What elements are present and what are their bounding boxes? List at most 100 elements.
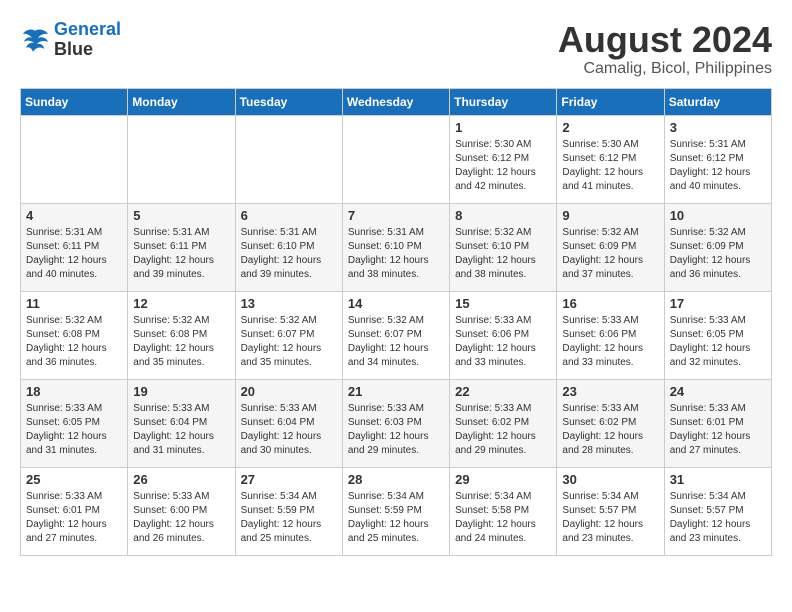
day-cell (128, 115, 235, 203)
logo-text: General Blue (54, 20, 121, 60)
day-number: 16 (562, 296, 658, 311)
day-number: 13 (241, 296, 337, 311)
day-number: 1 (455, 120, 551, 135)
day-number: 4 (26, 208, 122, 223)
day-cell (21, 115, 128, 203)
day-info: Sunrise: 5:33 AMSunset: 6:05 PMDaylight:… (670, 314, 766, 370)
day-cell: 23 Sunrise: 5:33 AMSunset: 6:02 PMDayligh… (557, 379, 664, 467)
day-info: Sunrise: 5:33 AMSunset: 6:06 PMDaylight:… (562, 314, 658, 370)
day-info: Sunrise: 5:33 AMSunset: 6:00 PMDaylight:… (133, 490, 229, 546)
day-cell: 10Sunrise: 5:32 AMSunset: 6:09 PMDayligh… (664, 203, 771, 291)
day-cell: 20 Sunrise: 5:33 AMSunset: 6:04 PMDayligh… (235, 379, 342, 467)
day-number: 20 (241, 384, 337, 399)
logo-line1: General (54, 19, 121, 39)
day-info: Sunrise: 5:33 AMSunset: 6:02 PMDaylight:… (562, 402, 658, 458)
day-number: 11 (26, 296, 122, 311)
day-number: 31 (670, 472, 766, 487)
day-info: Sunrise: 5:32 AMSunset: 6:08 PMDaylight:… (133, 314, 229, 370)
day-info: Sunrise: 5:33 AMSunset: 6:02 PMDaylight:… (455, 402, 551, 458)
day-cell: 16 Sunrise: 5:33 AMSunset: 6:06 PMDayligh… (557, 291, 664, 379)
day-info: Sunrise: 5:32 AMSunset: 6:07 PMDaylight:… (241, 314, 337, 370)
day-info: Sunrise: 5:31 AMSunset: 6:11 PMDaylight:… (26, 226, 122, 282)
header-wednesday: Wednesday (342, 88, 449, 115)
day-cell: 2Sunrise: 5:30 AMSunset: 6:12 PMDaylight… (557, 115, 664, 203)
day-cell: 14 Sunrise: 5:32 AMSunset: 6:07 PMDayligh… (342, 291, 449, 379)
day-info: Sunrise: 5:34 AMSunset: 5:59 PMDaylight:… (241, 490, 337, 546)
week-row-5: 25 Sunrise: 5:33 AMSunset: 6:01 PMDayligh… (21, 467, 772, 555)
day-cell: 6 Sunrise: 5:31 AMSunset: 6:10 PMDaylight… (235, 203, 342, 291)
day-info: Sunrise: 5:33 AMSunset: 6:01 PMDaylight:… (26, 490, 122, 546)
day-number: 25 (26, 472, 122, 487)
day-number: 21 (348, 384, 444, 399)
day-number: 18 (26, 384, 122, 399)
day-number: 28 (348, 472, 444, 487)
day-number: 8 (455, 208, 551, 223)
day-info: Sunrise: 5:30 AMSunset: 6:12 PMDaylight:… (562, 138, 658, 194)
week-row-2: 4 Sunrise: 5:31 AMSunset: 6:11 PMDaylight… (21, 203, 772, 291)
day-cell (342, 115, 449, 203)
page-header: General Blue August 2024 Camalig, Bicol,… (20, 20, 772, 78)
day-info: Sunrise: 5:32 AMSunset: 6:09 PMDaylight:… (562, 226, 658, 282)
day-info: Sunrise: 5:32 AMSunset: 6:09 PMDaylight:… (670, 226, 766, 282)
day-cell: 5 Sunrise: 5:31 AMSunset: 6:11 PMDaylight… (128, 203, 235, 291)
day-cell: 11Sunrise: 5:32 AMSunset: 6:08 PMDayligh… (21, 291, 128, 379)
day-cell: 13 Sunrise: 5:32 AMSunset: 6:07 PMDayligh… (235, 291, 342, 379)
day-number: 14 (348, 296, 444, 311)
day-cell: 22Sunrise: 5:33 AMSunset: 6:02 PMDayligh… (450, 379, 557, 467)
day-info: Sunrise: 5:32 AMSunset: 6:10 PMDaylight:… (455, 226, 551, 282)
day-cell: 9 Sunrise: 5:32 AMSunset: 6:09 PMDaylight… (557, 203, 664, 291)
header-tuesday: Tuesday (235, 88, 342, 115)
week-row-4: 18 Sunrise: 5:33 AMSunset: 6:05 PMDayligh… (21, 379, 772, 467)
week-row-1: 1 Sunrise: 5:30 AMSunset: 6:12 PMDaylight… (21, 115, 772, 203)
day-number: 27 (241, 472, 337, 487)
header-sunday: Sunday (21, 88, 128, 115)
day-number: 3 (670, 120, 766, 135)
day-number: 24 (670, 384, 766, 399)
day-cell: 17Sunrise: 5:33 AMSunset: 6:05 PMDayligh… (664, 291, 771, 379)
day-info: Sunrise: 5:33 AMSunset: 6:04 PMDaylight:… (241, 402, 337, 458)
day-info: Sunrise: 5:31 AMSunset: 6:10 PMDaylight:… (348, 226, 444, 282)
day-cell: 21 Sunrise: 5:33 AMSunset: 6:03 PMDayligh… (342, 379, 449, 467)
logo-icon (20, 26, 50, 54)
day-info: Sunrise: 5:32 AMSunset: 6:07 PMDaylight:… (348, 314, 444, 370)
day-number: 30 (562, 472, 658, 487)
day-number: 5 (133, 208, 229, 223)
day-number: 15 (455, 296, 551, 311)
day-info: Sunrise: 5:34 AMSunset: 5:57 PMDaylight:… (670, 490, 766, 546)
day-number: 23 (562, 384, 658, 399)
day-info: Sunrise: 5:33 AMSunset: 6:03 PMDaylight:… (348, 402, 444, 458)
day-number: 19 (133, 384, 229, 399)
day-cell: 7 Sunrise: 5:31 AMSunset: 6:10 PMDaylight… (342, 203, 449, 291)
day-cell (235, 115, 342, 203)
calendar-subtitle: Camalig, Bicol, Philippines (558, 60, 772, 78)
calendar-title: August 2024 (558, 20, 772, 60)
day-number: 7 (348, 208, 444, 223)
day-cell: 24 Sunrise: 5:33 AMSunset: 6:01 PMDayligh… (664, 379, 771, 467)
day-cell: 27 Sunrise: 5:34 AMSunset: 5:59 PMDayligh… (235, 467, 342, 555)
header-thursday: Thursday (450, 88, 557, 115)
header-row: Sunday Monday Tuesday Wednesday Thursday… (21, 88, 772, 115)
header-monday: Monday (128, 88, 235, 115)
day-number: 12 (133, 296, 229, 311)
day-info: Sunrise: 5:31 AMSunset: 6:10 PMDaylight:… (241, 226, 337, 282)
day-number: 6 (241, 208, 337, 223)
day-info: Sunrise: 5:33 AMSunset: 6:04 PMDaylight:… (133, 402, 229, 458)
day-number: 26 (133, 472, 229, 487)
day-number: 9 (562, 208, 658, 223)
logo-line2: Blue (54, 40, 121, 60)
day-info: Sunrise: 5:34 AMSunset: 5:59 PMDaylight:… (348, 490, 444, 546)
week-row-3: 11 Sunrise: 5:32 AMSunset: 6:08 PMDayligh… (21, 291, 772, 379)
title-block: August 2024 Camalig, Bicol, Philippines (558, 20, 772, 78)
day-cell: 19 Sunrise: 5:33 AMSunset: 6:04 PMDayligh… (128, 379, 235, 467)
day-info: Sunrise: 5:33 AMSunset: 6:05 PMDaylight:… (26, 402, 122, 458)
day-cell: 26 Sunrise: 5:33 AMSunset: 6:00 PMDayligh… (128, 467, 235, 555)
day-cell: 8 Sunrise: 5:32 AMSunset: 6:10 PMDaylight… (450, 203, 557, 291)
day-info: Sunrise: 5:31 AMSunset: 6:11 PMDaylight:… (133, 226, 229, 282)
day-info: Sunrise: 5:33 AMSunset: 6:01 PMDaylight:… (670, 402, 766, 458)
logo: General Blue (20, 20, 121, 60)
day-cell: 15 Sunrise: 5:33 AMSunset: 6:06 PMDayligh… (450, 291, 557, 379)
day-info: Sunrise: 5:33 AMSunset: 6:06 PMDaylight:… (455, 314, 551, 370)
day-info: Sunrise: 5:31 AMSunset: 6:12 PMDaylight:… (670, 138, 766, 194)
day-info: Sunrise: 5:34 AMSunset: 5:58 PMDaylight:… (455, 490, 551, 546)
day-cell: 4 Sunrise: 5:31 AMSunset: 6:11 PMDaylight… (21, 203, 128, 291)
